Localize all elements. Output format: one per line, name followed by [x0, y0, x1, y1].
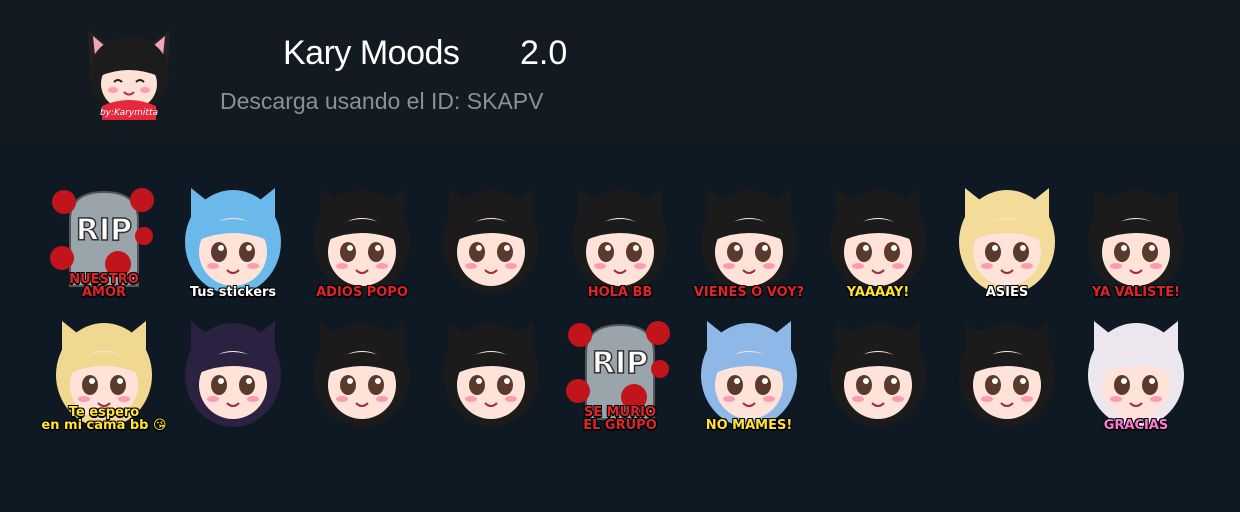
wink-heart-icon	[572, 188, 668, 294]
svg-text:by:Karymitta: by:Karymitta	[100, 108, 158, 118]
sticker-7[interactable]: YAAAAY!	[822, 180, 934, 299]
cat-ears-wave-icon	[314, 188, 410, 294]
sticker-caption: ADIOS POPO	[316, 285, 408, 300]
sticker-6[interactable]: VIENES O VOY?	[693, 180, 805, 299]
sunglasses-icon	[959, 188, 1055, 294]
sticker-4[interactable]	[435, 180, 547, 298]
sticker-2[interactable]: Tus stickers	[177, 180, 289, 299]
sticker-caption: NUESTRO AMOR	[69, 272, 139, 300]
sticker-caption: Te espero en mi cama bb 😘	[41, 405, 167, 433]
pack-header: by:Karymitta Kary Moods 2.0 Descarga usa…	[0, 0, 1240, 140]
svg-text:RIP: RIP	[592, 346, 648, 381]
shocked-icon	[701, 321, 797, 427]
sticker-11[interactable]	[177, 313, 289, 431]
sticker-caption: Tus stickers	[189, 285, 277, 300]
flower-crown-bear-icon	[1088, 321, 1184, 427]
headpat-icon	[314, 321, 410, 427]
devil-horns-icon	[701, 188, 797, 294]
sticker-18[interactable]: GRACIAS	[1080, 313, 1192, 432]
sticker-8[interactable]: ASIES	[951, 180, 1063, 299]
sticker-caption: ASIES	[985, 285, 1029, 300]
blue-hair-heart-icon	[185, 188, 281, 294]
sticker-12[interactable]	[306, 313, 418, 431]
sticker-15[interactable]: NO MAMES!	[693, 313, 805, 432]
purple-eyes-icon	[185, 321, 281, 427]
panda-ears-icon	[443, 321, 539, 427]
sticker-16[interactable]	[822, 313, 934, 431]
yay-icon	[830, 188, 926, 294]
sticker-caption: SE MURIO EL GRUPO	[583, 405, 657, 433]
sticker-14[interactable]: RIP SE MURIO EL GRUPO	[564, 313, 676, 432]
sticker-3[interactable]: ADIOS POPO	[306, 180, 418, 299]
sticker-caption: YAAAAY!	[846, 285, 910, 300]
sticker-caption: NO MAMES!	[705, 418, 793, 433]
angry-knife-icon	[830, 321, 926, 427]
sticker-9[interactable]: YA VALISTE!	[1080, 180, 1192, 299]
sticker-caption: HOLA BB	[587, 285, 653, 300]
sticker-caption: GRACIAS	[1103, 418, 1169, 433]
sticker-10[interactable]: Te espero en mi cama bb 😘	[41, 313, 167, 432]
sticker-caption: YA VALISTE!	[1091, 285, 1181, 300]
sticker-caption: VIENES O VOY?	[693, 285, 805, 300]
bunny-heart-icon	[443, 188, 539, 294]
sticker-17[interactable]	[951, 313, 1063, 431]
pack-avatar-icon: by:Karymitta	[88, 30, 170, 120]
sticker-13[interactable]	[435, 313, 547, 431]
sticker-1[interactable]: RIP NUESTRO AMOR	[48, 180, 160, 299]
sticker-5[interactable]: HOLA BB	[564, 180, 676, 299]
pack-title: Kary Moods	[283, 34, 460, 72]
devil-gun-icon	[1088, 188, 1184, 294]
pack-version: 2.0	[520, 34, 568, 72]
crying-icon	[959, 321, 1055, 427]
svg-text:RIP: RIP	[76, 213, 132, 248]
download-id-text: Descarga usando el ID: SKAPV	[220, 88, 544, 114]
